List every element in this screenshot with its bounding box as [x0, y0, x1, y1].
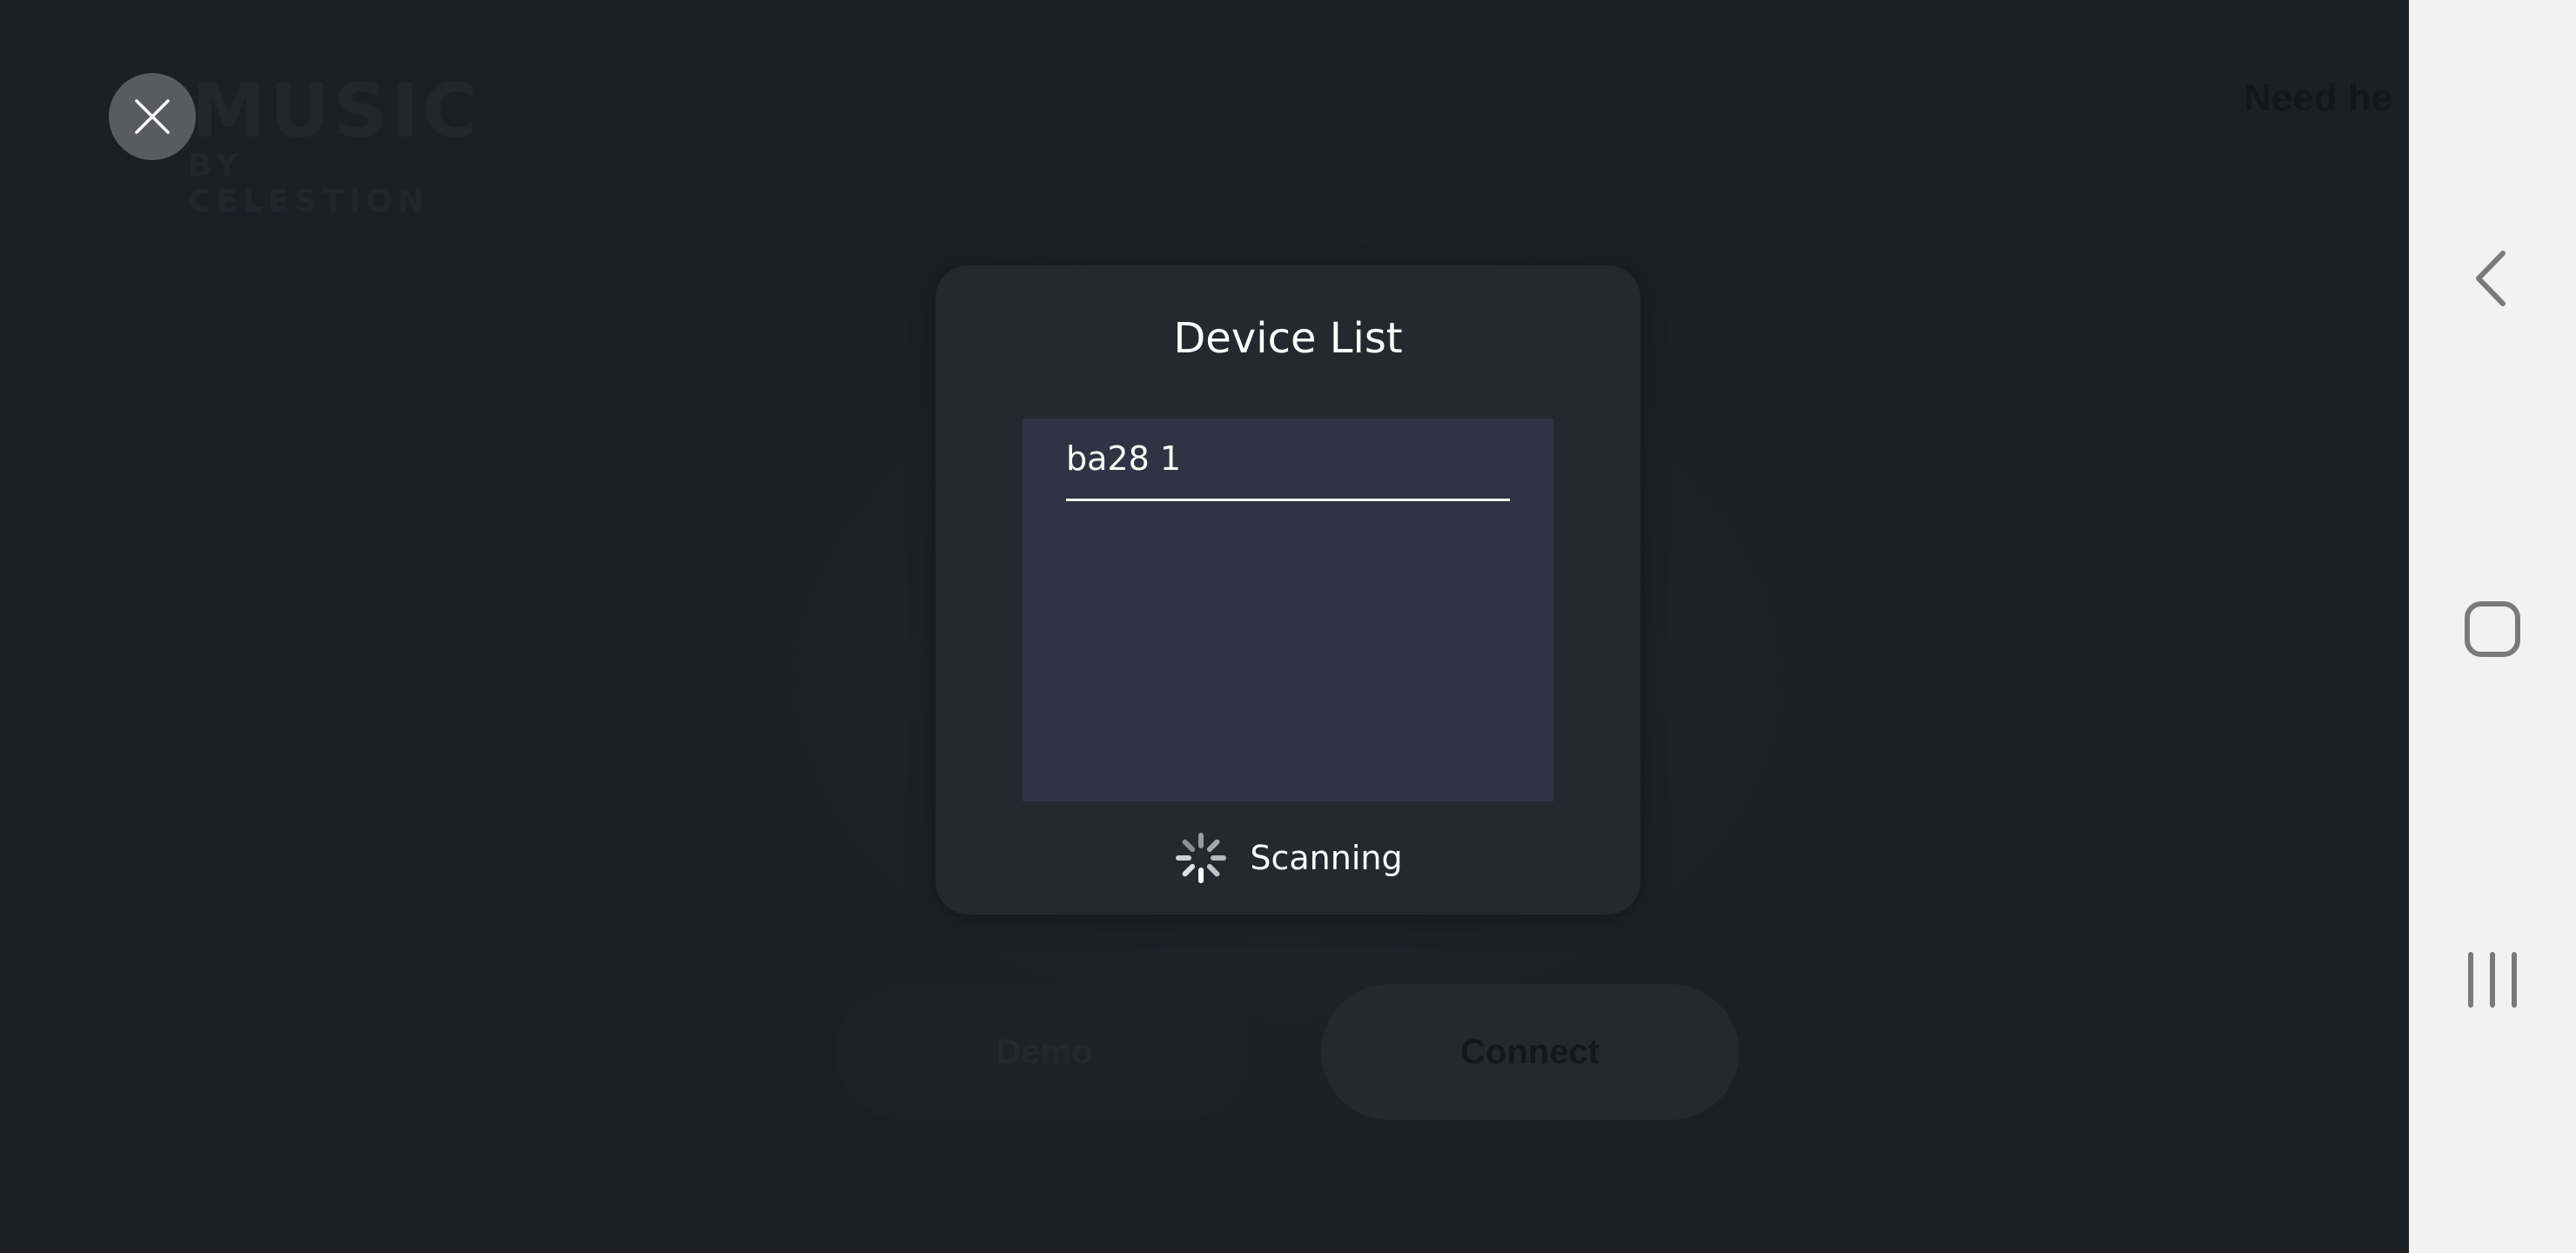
scan-status: Scanning — [936, 828, 1640, 888]
demo-button[interactable]: Demo — [835, 984, 1253, 1120]
home-icon — [2465, 601, 2520, 657]
demo-button-label: Demo — [996, 1032, 1093, 1071]
help-link[interactable]: Need he — [2244, 77, 2392, 120]
app-logo: MUSIC BY CELESTION — [183, 68, 481, 219]
close-icon — [135, 99, 170, 134]
loading-spinner-icon — [1176, 833, 1227, 883]
logo-sub-text: BY CELESTION — [188, 148, 430, 219]
device-name: ba28 1 — [1066, 439, 1182, 478]
device-list[interactable]: ba28 1 — [1023, 419, 1553, 801]
back-icon — [2476, 251, 2506, 306]
home-button[interactable] — [2449, 586, 2536, 673]
dialog-title: Device List — [1173, 314, 1403, 363]
connect-button-label: Connect — [1460, 1032, 1600, 1071]
device-list-item[interactable]: ba28 1 — [1066, 434, 1510, 501]
device-list-dialog: Device List ba28 1 Scanning — [936, 265, 1640, 915]
system-nav-bar — [2409, 0, 2576, 1253]
logo-main-text: MUSIC — [191, 68, 481, 155]
close-button[interactable] — [109, 73, 196, 160]
recents-icon — [2468, 952, 2517, 1008]
app-screen: MUSIC BY CELESTION Need he Demo Connect … — [0, 0, 2409, 1253]
recents-button[interactable] — [2449, 936, 2536, 1023]
status-text: Scanning — [1250, 839, 1403, 877]
back-button[interactable] — [2449, 235, 2536, 322]
connect-button[interactable]: Connect — [1321, 984, 1739, 1120]
